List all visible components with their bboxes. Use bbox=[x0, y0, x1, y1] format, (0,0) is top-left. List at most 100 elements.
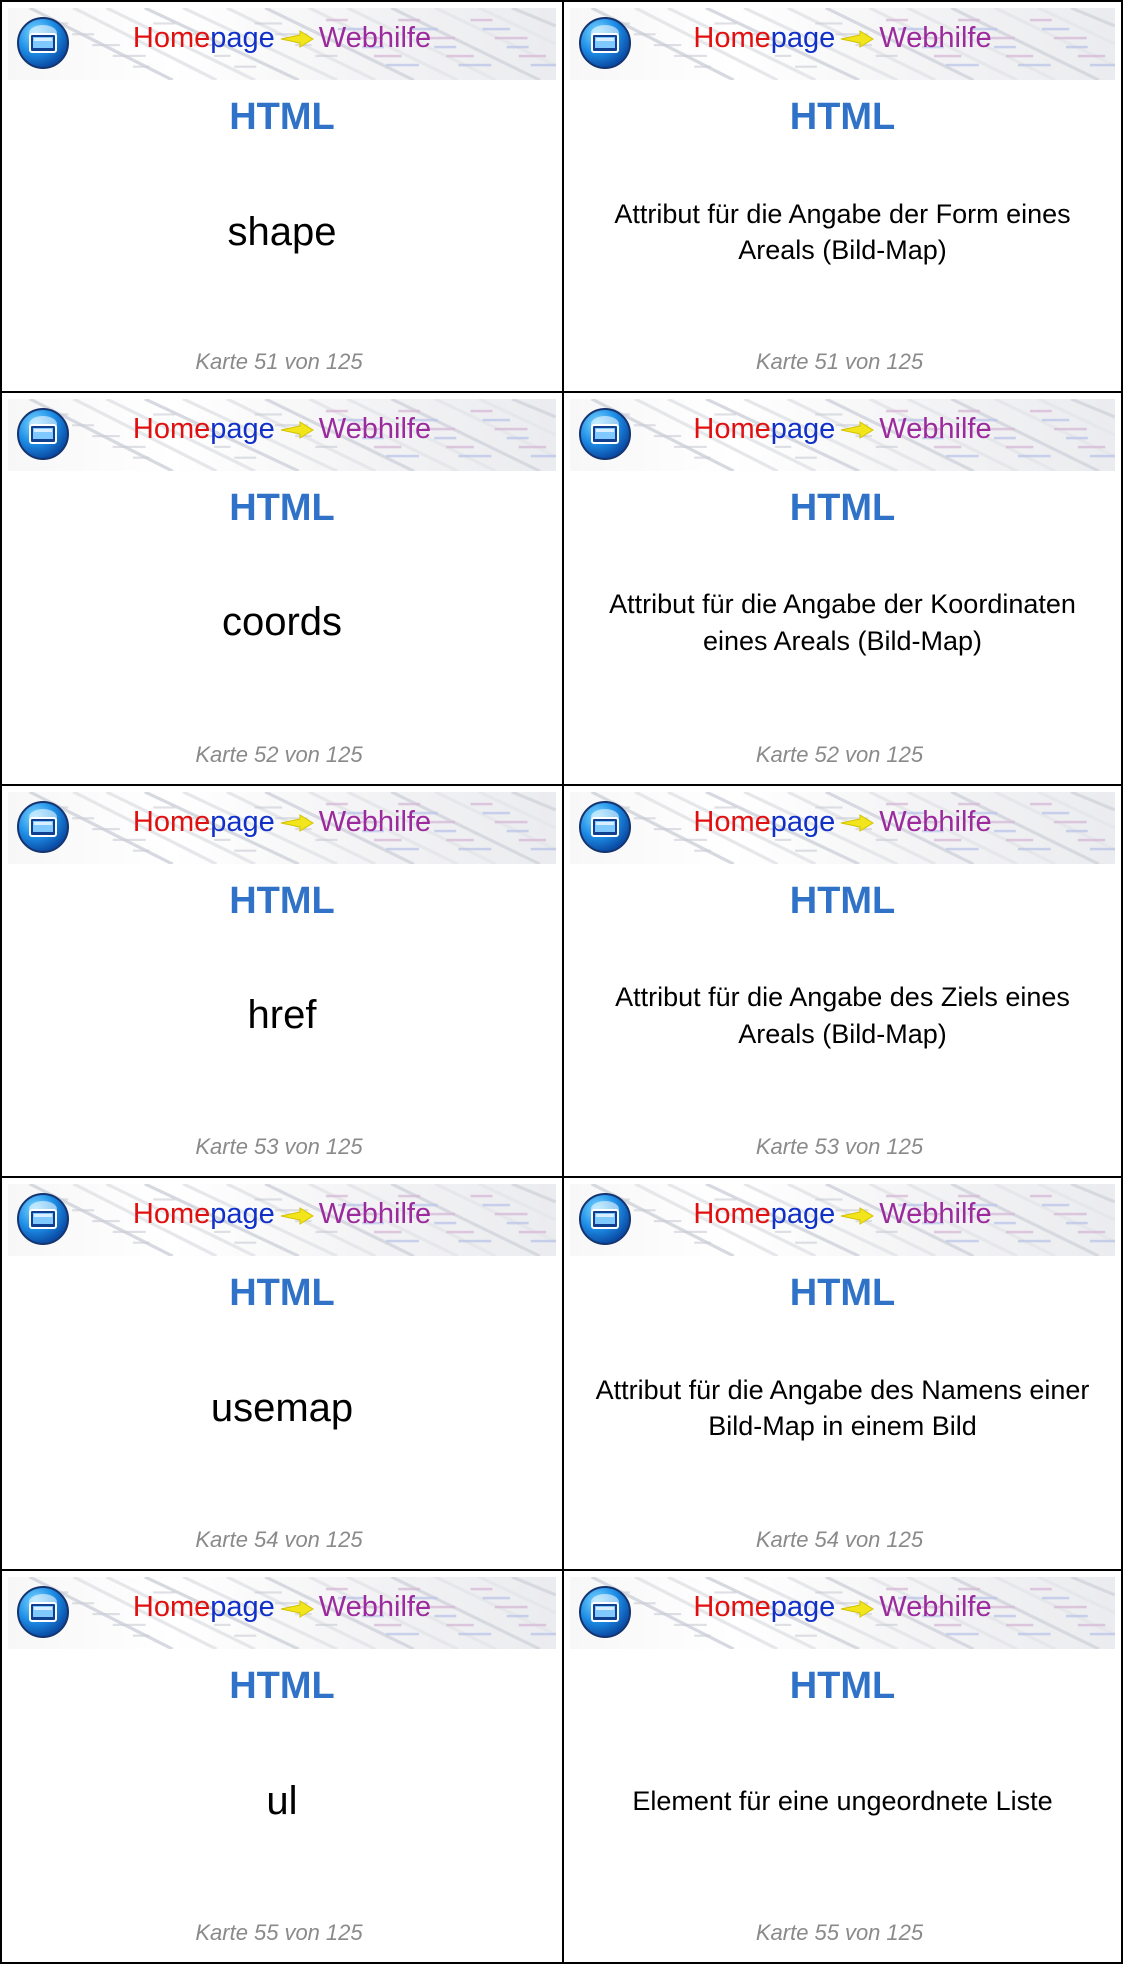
brand-home-text: Home bbox=[132, 22, 211, 54]
card-counter-label: Karte bbox=[755, 741, 809, 767]
card-banner: Homepage Webhilfe bbox=[8, 791, 556, 864]
card-counter: Karte 55 von 125 bbox=[564, 1920, 1121, 1946]
card-term: coords bbox=[221, 600, 343, 645]
card-counter-label: Karte bbox=[755, 1134, 809, 1160]
card-definition: Attribut für die Angabe des Namens einer… bbox=[595, 1374, 1090, 1442]
flashcard-back: Homepage Webhilfe HTML Attribut für die An… bbox=[564, 1178, 1123, 1572]
card-counter-of: von bbox=[844, 348, 881, 374]
card-banner: Homepage Webhilfe bbox=[8, 1577, 556, 1650]
brand-title: Homepage Webhilfe bbox=[8, 1200, 556, 1229]
brand-title: Homepage Webhilfe bbox=[570, 805, 1115, 838]
card-counter-of: von bbox=[284, 1527, 320, 1553]
card-definition: Element für eine ungeordnete Liste bbox=[632, 1785, 1053, 1816]
brand-title: Homepage Webhilfe bbox=[8, 24, 556, 53]
flashcard-back: Homepage Webhilfe HTML Attribut für die An… bbox=[564, 785, 1123, 1179]
card-counter-of: von bbox=[844, 741, 881, 767]
card-banner: Homepage Webhilfe bbox=[8, 8, 556, 80]
card-banner: Homepage Webhilfe bbox=[570, 8, 1115, 80]
flashcard-back: Homepage Webhilfe HTML Element für eine un… bbox=[564, 1571, 1123, 1964]
yellow-arrow-icon bbox=[280, 1206, 314, 1225]
brand-home-text: Home bbox=[132, 1591, 211, 1624]
brand-webhilfe-text: Webhilfe bbox=[879, 1198, 992, 1231]
card-definition: Attribut für die Angabe des Ziels eines … bbox=[615, 982, 1070, 1049]
card-subject: HTML bbox=[789, 486, 896, 529]
brand-page-text: page bbox=[770, 22, 836, 54]
brand-page-text: page bbox=[210, 412, 275, 445]
card-total: 125 bbox=[886, 1134, 924, 1160]
card-counter-of: von bbox=[284, 1919, 320, 1945]
card-counter-label: Karte bbox=[755, 348, 809, 374]
yellow-arrow-icon bbox=[280, 30, 314, 49]
card-number: 52 bbox=[253, 741, 279, 767]
brand-page-text: page bbox=[210, 1198, 275, 1231]
card-counter: Karte 51 von 125 bbox=[2, 349, 562, 375]
card-subject: HTML bbox=[229, 1272, 335, 1315]
card-counter-of: von bbox=[284, 348, 320, 374]
card-subject: HTML bbox=[789, 96, 896, 138]
card-term: usemap bbox=[210, 1385, 354, 1430]
brand-page-text: page bbox=[770, 805, 836, 838]
brand-title: Homepage Webhilfe bbox=[8, 805, 556, 838]
flashcard-back: Homepage Webhilfe HTML Attribut für die An… bbox=[564, 392, 1123, 786]
card-term: shape bbox=[227, 209, 337, 254]
brand-webhilfe-text: Webhilfe bbox=[879, 1591, 992, 1624]
flashcard-front: Homepage Webhilfe HTML coords Karte 52 von 125 bbox=[0, 392, 564, 786]
brand-home-text: Home bbox=[132, 412, 211, 445]
card-counter: Karte 55 von 125 bbox=[2, 1920, 562, 1946]
yellow-arrow-icon bbox=[841, 30, 875, 49]
brand-home-text: Home bbox=[693, 22, 771, 54]
brand-webhilfe-text: Webhilfe bbox=[318, 412, 432, 445]
card-counter-label: Karte bbox=[755, 1919, 809, 1945]
card-subject: HTML bbox=[229, 879, 335, 922]
card-counter: Karte 54 von 125 bbox=[564, 1527, 1121, 1553]
yellow-arrow-icon bbox=[280, 1599, 314, 1618]
card-term: ul bbox=[266, 1778, 298, 1823]
card-counter-of: von bbox=[844, 1919, 881, 1945]
card-number: 53 bbox=[253, 1134, 279, 1160]
brand-home-text: Home bbox=[132, 805, 211, 838]
card-counter: Karte 52 von 125 bbox=[2, 742, 562, 768]
brand-page-text: page bbox=[210, 22, 275, 54]
brand-title: Homepage Webhilfe bbox=[570, 1200, 1115, 1229]
card-counter-label: Karte bbox=[195, 1134, 248, 1160]
card-counter-of: von bbox=[284, 741, 320, 767]
card-counter-label: Karte bbox=[195, 348, 248, 374]
card-counter: Karte 53 von 125 bbox=[2, 1134, 562, 1160]
card-subject: HTML bbox=[789, 879, 896, 922]
brand-webhilfe-text: Webhilfe bbox=[879, 805, 992, 838]
card-counter-of: von bbox=[844, 1134, 881, 1160]
card-total: 125 bbox=[886, 1919, 924, 1945]
card-total: 125 bbox=[886, 1527, 924, 1553]
card-counter: Karte 54 von 125 bbox=[2, 1527, 562, 1553]
yellow-arrow-icon bbox=[841, 1599, 875, 1618]
card-number: 55 bbox=[814, 1919, 839, 1945]
brand-page-text: page bbox=[770, 412, 836, 445]
brand-title: Homepage Webhilfe bbox=[570, 24, 1115, 53]
card-number: 51 bbox=[253, 348, 279, 374]
card-number: 54 bbox=[253, 1527, 279, 1553]
brand-webhilfe-text: Webhilfe bbox=[318, 22, 432, 54]
card-banner: Homepage Webhilfe bbox=[570, 1184, 1115, 1257]
card-banner: Homepage Webhilfe bbox=[570, 791, 1115, 864]
card-total: 125 bbox=[325, 1527, 363, 1553]
brand-title: Homepage Webhilfe bbox=[8, 1593, 556, 1622]
brand-home-text: Home bbox=[132, 1198, 211, 1231]
brand-webhilfe-text: Webhilfe bbox=[318, 805, 432, 838]
card-number: 51 bbox=[814, 348, 839, 374]
yellow-arrow-icon bbox=[841, 1206, 875, 1225]
brand-page-text: page bbox=[210, 1591, 275, 1624]
card-subject: HTML bbox=[229, 486, 335, 529]
brand-webhilfe-text: Webhilfe bbox=[879, 412, 992, 445]
flashcard-front: Homepage Webhilfe HTML usemap Karte 54 von 125 bbox=[0, 1178, 564, 1572]
yellow-arrow-icon bbox=[841, 814, 875, 832]
card-subject: HTML bbox=[789, 1272, 896, 1315]
flashcard-grid: Homepage Webhilfe HTML shape Karte 51 von 125 … bbox=[0, 0, 1123, 1964]
flashcard-sheet: Homepage Webhilfe HTML shape Karte 51 von 125 … bbox=[0, 0, 1123, 1964]
card-total: 125 bbox=[886, 348, 924, 374]
card-total: 125 bbox=[325, 1919, 363, 1945]
flashcard-back: Homepage Webhilfe HTML Attribut für die An… bbox=[564, 0, 1123, 393]
yellow-arrow-icon bbox=[280, 421, 314, 440]
card-definition: Attribut für die Angabe der Form eines A… bbox=[614, 198, 1071, 265]
card-total: 125 bbox=[886, 741, 924, 767]
brand-home-text: Home bbox=[693, 1591, 771, 1624]
